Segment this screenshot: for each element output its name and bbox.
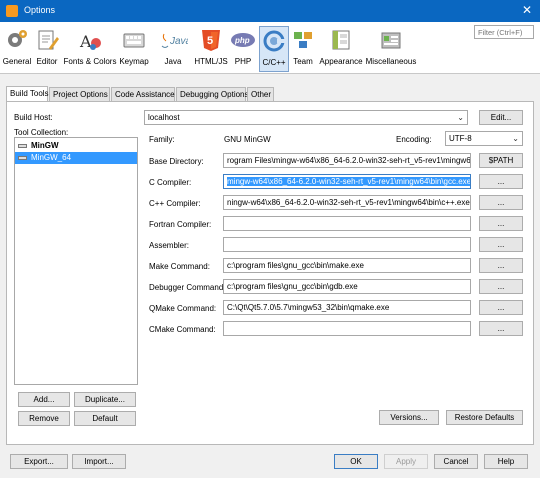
export-button[interactable]: Export... xyxy=(10,454,68,469)
encoding-label: Encoding: xyxy=(396,135,432,144)
keyboard-icon xyxy=(122,28,146,52)
tab-debugging-options[interactable]: Debugging Options xyxy=(176,87,249,101)
import-button[interactable]: Import... xyxy=(72,454,126,469)
php-icon: php xyxy=(231,28,255,52)
remove-button[interactable]: Remove xyxy=(18,411,70,426)
list-item[interactable]: MinGW_64 xyxy=(15,152,137,164)
make-command-label: Make Command: xyxy=(149,262,210,271)
edit-host-button[interactable]: Edit... xyxy=(479,110,523,125)
filter-input[interactable] xyxy=(474,25,534,39)
family-label: Family: xyxy=(149,135,175,144)
gear-icon xyxy=(5,28,29,52)
cpp-compiler-label: C++ Compiler: xyxy=(149,199,201,208)
appearance-icon xyxy=(329,28,353,52)
make-command-field[interactable]: c:\program files\gnu_gcc\bin\make.exe xyxy=(223,258,471,273)
restore-defaults-button[interactable]: Restore Defaults xyxy=(446,410,523,425)
fortran-compiler-browse-button[interactable]: ... xyxy=(479,216,523,231)
category-c-cpp[interactable]: C/C++ xyxy=(259,26,289,72)
java-icon: Java xyxy=(161,28,192,52)
tab-code-assistance[interactable]: Code Assistance xyxy=(111,87,175,101)
fortran-compiler-field[interactable] xyxy=(223,216,471,231)
miscellaneous-icon xyxy=(379,28,403,52)
svg-text:php: php xyxy=(234,36,250,45)
base-directory-field[interactable]: rogram Files\mingw-w64\x86_64-6.2.0-win3… xyxy=(223,153,471,168)
category-appearance[interactable]: Appearance xyxy=(318,26,364,72)
category-fonts-colors[interactable]: A Fonts & Colors xyxy=(62,26,118,72)
cpp-icon xyxy=(262,29,286,53)
cpp-compiler-browse-button[interactable]: ... xyxy=(479,195,523,210)
debugger-command-field[interactable]: c:\program files\gnu_gcc\bin\gdb.exe xyxy=(223,279,471,294)
encoding-combo[interactable]: UTF-8 ⌄ xyxy=(445,131,523,146)
window-title: Options xyxy=(24,5,56,15)
close-icon[interactable]: ✕ xyxy=(522,3,532,17)
category-miscellaneous[interactable]: Miscellaneous xyxy=(364,26,418,72)
cmake-command-label: CMake Command: xyxy=(149,325,216,334)
debugger-command-browse-button[interactable]: ... xyxy=(479,279,523,294)
tab-other[interactable]: Other xyxy=(247,87,274,101)
add-button[interactable]: Add... xyxy=(18,392,70,407)
versions-button[interactable]: Versions... xyxy=(379,410,439,425)
html5-icon: 5 xyxy=(199,28,223,52)
chevron-down-icon: ⌄ xyxy=(512,134,519,143)
editor-icon xyxy=(35,28,59,52)
chevron-down-icon: ⌄ xyxy=(457,113,464,122)
duplicate-button[interactable]: Duplicate... xyxy=(74,392,136,407)
category-html-js[interactable]: 5 HTML/JS xyxy=(194,26,228,72)
tool-collection-label: Tool Collection: xyxy=(14,128,69,137)
window-titlebar: Options ✕ xyxy=(0,0,540,22)
build-host-combo[interactable]: localhost ⌄ xyxy=(144,110,468,125)
team-icon xyxy=(291,28,315,52)
qmake-command-field[interactable]: C:\Qt\Qt5.7.0\5.7\mingw53_32\bin\qmake.e… xyxy=(223,300,471,315)
default-button[interactable]: Default xyxy=(74,411,136,426)
debugger-command-label: Debugger Command: xyxy=(149,283,226,292)
category-keymap[interactable]: Keymap xyxy=(118,26,150,72)
category-editor[interactable]: Editor xyxy=(34,26,60,72)
qmake-command-label: QMake Command: xyxy=(149,304,217,313)
category-php[interactable]: php PHP xyxy=(230,26,256,72)
family-value: GNU MinGW xyxy=(224,135,271,144)
apply-button[interactable]: Apply xyxy=(384,454,428,469)
assembler-label: Assembler: xyxy=(149,241,190,250)
c-compiler-field[interactable]: mingw-w64\x86_64-6.2.0-win32-seh-rt_v5-r… xyxy=(223,174,471,189)
assembler-field[interactable] xyxy=(223,237,471,252)
make-command-browse-button[interactable]: ... xyxy=(479,258,523,273)
category-java[interactable]: Java Java xyxy=(156,26,192,72)
c-compiler-label: C Compiler: xyxy=(149,178,192,187)
tab-project-options[interactable]: Project Options xyxy=(49,87,110,101)
category-general[interactable]: General xyxy=(2,26,32,72)
qmake-command-browse-button[interactable]: ... xyxy=(479,300,523,315)
category-toolbar: General Editor A Fonts & Colors Keymap J… xyxy=(0,22,540,74)
assembler-browse-button[interactable]: ... xyxy=(479,237,523,252)
fonts-colors-icon: A xyxy=(78,28,102,52)
tool-collection-icon xyxy=(18,144,27,148)
cmake-command-field[interactable] xyxy=(223,321,471,336)
list-item[interactable]: MinGW xyxy=(15,140,137,152)
tool-collection-list[interactable]: MinGW MinGW_64 xyxy=(14,137,138,385)
fortran-compiler-label: Fortran Compiler: xyxy=(149,220,212,229)
tab-build-tools[interactable]: Build Tools xyxy=(6,86,49,101)
cmake-command-browse-button[interactable]: ... xyxy=(479,321,523,336)
path-button[interactable]: $PATH xyxy=(479,153,523,168)
category-team[interactable]: Team xyxy=(290,26,316,72)
svg-text:Java: Java xyxy=(169,36,188,47)
build-host-label: Build Host: xyxy=(14,113,53,122)
help-button[interactable]: Help xyxy=(484,454,528,469)
cancel-button[interactable]: Cancel xyxy=(434,454,478,469)
app-icon xyxy=(6,5,18,17)
c-compiler-browse-button[interactable]: ... xyxy=(479,174,523,189)
svg-text:A: A xyxy=(79,32,92,51)
svg-text:5: 5 xyxy=(207,35,213,47)
ok-button[interactable]: OK xyxy=(334,454,378,469)
cpp-compiler-field[interactable]: ningw-w64\x86_64-6.2.0-win32-seh-rt_v5-r… xyxy=(223,195,471,210)
tool-collection-icon xyxy=(18,156,27,160)
base-directory-label: Base Directory: xyxy=(149,157,204,166)
